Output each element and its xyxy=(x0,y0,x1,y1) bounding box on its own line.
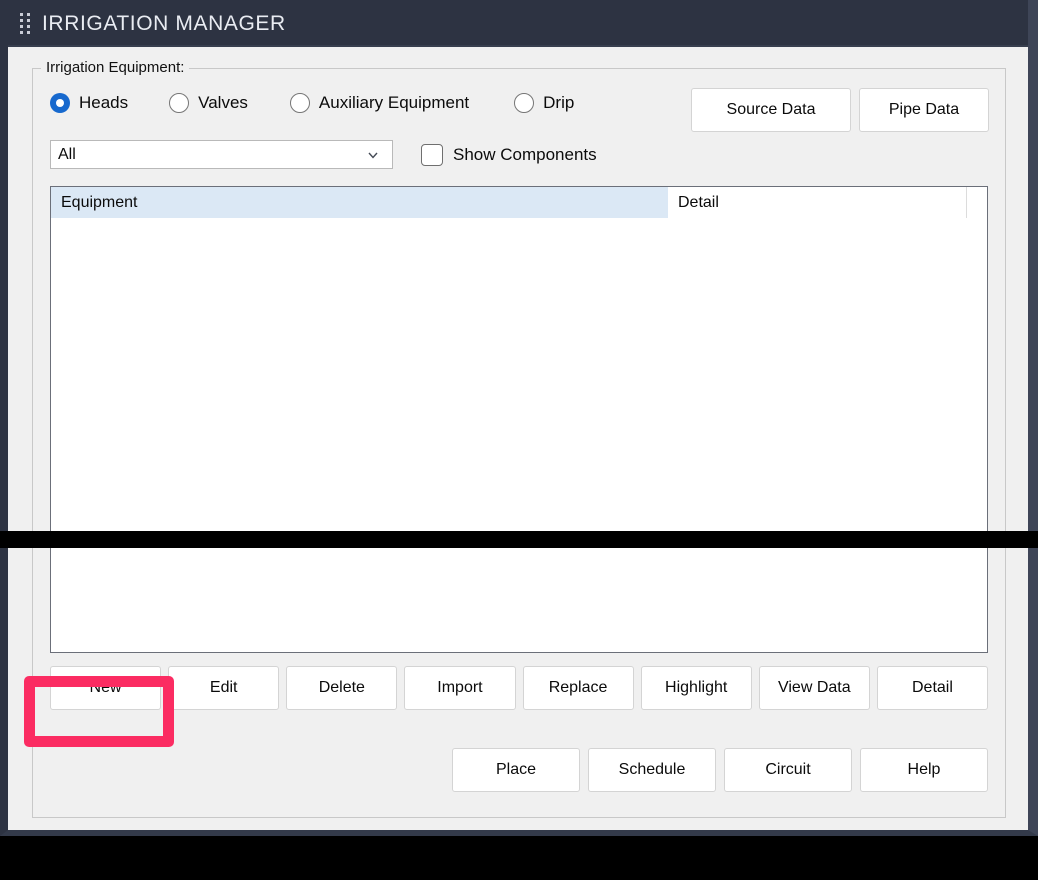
radio-indicator-icon xyxy=(169,93,190,113)
checkbox-indicator-icon xyxy=(421,143,443,166)
radio-auxiliary-equipment-label: Auxiliary Equipment xyxy=(318,93,470,112)
groupbox-legend: Irrigation Equipment: xyxy=(41,59,190,76)
show-components-label: Show Components xyxy=(453,144,597,164)
equipment-filter-value: All xyxy=(58,145,76,163)
column-header-detail[interactable]: Detail xyxy=(668,187,967,218)
detail-button[interactable]: Detail xyxy=(876,666,988,710)
radio-indicator-icon xyxy=(514,93,535,113)
screenshot-bottom-padding xyxy=(0,836,1038,880)
column-header-spacer xyxy=(967,187,987,218)
irrigation-manager-dialog: IRRIGATION MANAGER Irrigation Equipment:… xyxy=(0,0,1038,836)
column-header-equipment[interactable]: Equipment xyxy=(51,187,668,218)
radio-indicator-icon xyxy=(289,93,310,113)
equipment-filter-select[interactable]: All xyxy=(50,140,393,169)
show-components-checkbox[interactable]: Show Components xyxy=(421,143,597,166)
radio-heads-label: Heads xyxy=(79,93,129,112)
import-button[interactable]: Import xyxy=(404,666,516,710)
circuit-button[interactable]: Circuit xyxy=(724,748,852,792)
chevron-down-icon xyxy=(366,148,380,162)
dialog-body: Irrigation Equipment: Heads Valves Auxil… xyxy=(8,47,1028,830)
radio-auxiliary-equipment[interactable]: Auxiliary Equipment xyxy=(289,93,470,113)
place-button[interactable]: Place xyxy=(452,748,580,792)
view-data-button[interactable]: View Data xyxy=(758,666,870,710)
irrigation-equipment-groupbox: Irrigation Equipment: Heads Valves Auxil… xyxy=(32,59,1006,818)
schedule-button[interactable]: Schedule xyxy=(588,748,716,792)
screenshot-canvas: IRRIGATION MANAGER Irrigation Equipment:… xyxy=(0,0,1038,880)
delete-button[interactable]: Delete xyxy=(286,666,398,710)
action-buttons-row: New Edit Delete Import Replace Highlight… xyxy=(50,666,988,710)
equipment-type-radio-group: Heads Valves Auxiliary Equipment Drip xyxy=(50,93,608,113)
edit-button[interactable]: Edit xyxy=(168,666,280,710)
radio-indicator-icon xyxy=(50,93,70,113)
equipment-listbox[interactable]: Equipment Detail xyxy=(50,186,988,653)
equipment-list-body[interactable] xyxy=(51,218,987,652)
screenshot-elision-band xyxy=(0,531,1038,548)
pipe-data-button[interactable]: Pipe Data xyxy=(859,88,989,132)
dialog-titlebar: IRRIGATION MANAGER xyxy=(8,0,1028,47)
filter-row: All Show Components xyxy=(50,140,597,169)
replace-button[interactable]: Replace xyxy=(522,666,634,710)
dialog-title: IRRIGATION MANAGER xyxy=(42,11,286,35)
radio-heads[interactable]: Heads xyxy=(50,93,128,113)
radio-valves-label: Valves xyxy=(198,93,248,112)
radio-drip[interactable]: Drip xyxy=(514,93,574,113)
help-button[interactable]: Help xyxy=(860,748,988,792)
radio-drip-label: Drip xyxy=(543,93,575,112)
footer-buttons-row: Place Schedule Circuit Help xyxy=(452,748,988,792)
source-data-button[interactable]: Source Data xyxy=(691,88,851,132)
radio-valves[interactable]: Valves xyxy=(169,93,248,113)
data-buttons-group: Source Data Pipe Data xyxy=(691,88,989,132)
equipment-list-header: Equipment Detail xyxy=(51,187,987,218)
grip-dots-icon[interactable] xyxy=(18,13,32,35)
new-button[interactable]: New xyxy=(50,666,162,710)
highlight-button[interactable]: Highlight xyxy=(640,666,752,710)
